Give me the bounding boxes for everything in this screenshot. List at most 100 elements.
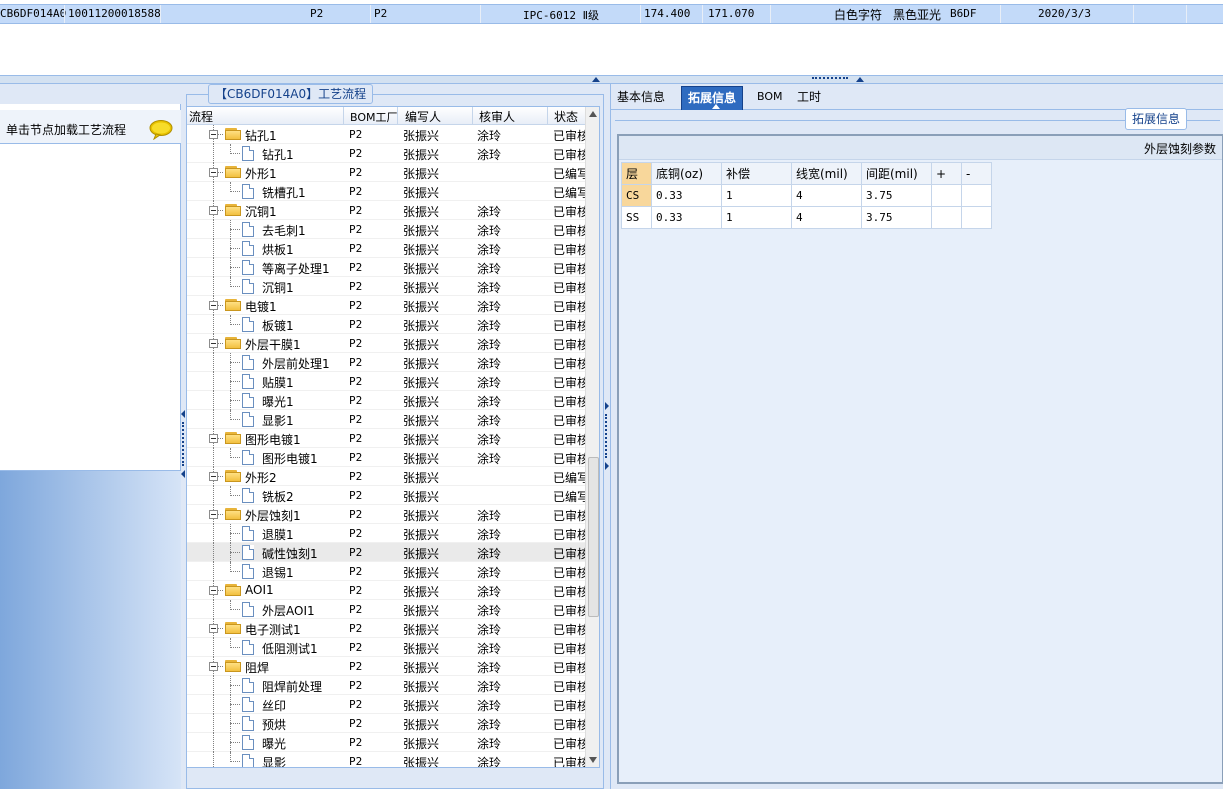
col-separator[interactable] (472, 107, 473, 125)
process-group-row[interactable]: 外层干膜1 P2 张振兴 涂玲 已审核 (187, 334, 587, 353)
collapse-left-arrow-icon[interactable] (181, 470, 185, 478)
process-group-row[interactable]: 外层蚀刻1 P2 张振兴 涂玲 已审核 (187, 505, 587, 524)
param-spacing[interactable]: 3.75 (861, 184, 932, 207)
process-step-row[interactable]: 显影P2张振兴涂玲已审核 (187, 752, 587, 767)
param-line-width[interactable]: 4 (791, 206, 862, 229)
collapse-toggle-icon[interactable] (209, 434, 218, 443)
param-base-copper[interactable]: 0.33 (651, 206, 722, 229)
process-step-row[interactable]: 丝印 P2 张振兴 涂玲 已审核 (187, 695, 587, 714)
process-step-row[interactable]: 外层AOI1 P2 张振兴 涂玲 已审核 (187, 600, 587, 619)
process-step-row[interactable]: 外层前处理1 P2 张振兴 涂玲 已审核 (187, 353, 587, 372)
process-name: 钻孔1 (262, 148, 294, 162)
col-header-reviewer[interactable]: 核审人 (479, 108, 515, 125)
order-row-selected[interactable]: CB6DF014A0 10011200018588 P2 P2 IPC-6012… (0, 4, 1223, 24)
process-step-row[interactable]: 预烘 P2 张振兴 涂玲 已审核 (187, 714, 587, 733)
tree-line (230, 191, 240, 192)
collapse-toggle-icon[interactable] (209, 586, 218, 595)
collapse-right-arrow-icon[interactable] (605, 462, 609, 470)
process-group-row[interactable]: 外形1 P2 张振兴 已编写 (187, 163, 587, 182)
process-step-row[interactable]: 退膜1 P2 张振兴 涂玲 已审核 (187, 524, 587, 543)
param-compensation[interactable]: 1 (721, 184, 792, 207)
vertical-scrollbar[interactable] (585, 107, 599, 767)
process-writer: 张振兴 (403, 414, 440, 428)
horizontal-splitter[interactable] (0, 76, 1223, 84)
process-writer: 张振兴 (403, 661, 440, 675)
collapse-arrow-icon[interactable] (856, 77, 864, 82)
col-header-process[interactable]: 流程 (189, 108, 213, 125)
splitter-grip[interactable] (182, 422, 184, 466)
collapse-toggle-icon[interactable] (209, 301, 218, 310)
splitter-grip[interactable] (812, 77, 848, 80)
col-header-status[interactable]: 状态 (554, 108, 578, 125)
collapse-toggle-icon[interactable] (209, 130, 218, 139)
process-step-row[interactable]: 低阻测试1 P2 张振兴 涂玲 已审核 (187, 638, 587, 657)
collapse-right-arrow-icon[interactable] (605, 402, 609, 410)
tab-basic-info[interactable]: 基本信息 (611, 86, 671, 110)
col-header-writer[interactable]: 编写人 (405, 108, 441, 125)
param-compensation[interactable]: 1 (721, 206, 792, 229)
process-step-row[interactable]: 铣槽孔1 P2 张振兴 已编写 (187, 182, 587, 201)
collapse-toggle-icon[interactable] (209, 624, 218, 633)
process-step-row[interactable]: 沉铜1 P2 张振兴 涂玲 已审核 (187, 277, 587, 296)
process-status: 已审核 (553, 718, 585, 732)
param-remove-cell[interactable] (961, 184, 992, 207)
process-step-row[interactable]: 去毛刺1 P2 张振兴 涂玲 已审核 (187, 220, 587, 239)
tab-bom[interactable]: BOM (751, 86, 789, 110)
collapse-toggle-icon[interactable] (209, 206, 218, 215)
process-step-row[interactable]: 贴膜1 P2 张振兴 涂玲 已审核 (187, 372, 587, 391)
process-group-row[interactable]: AOI1 P2 张振兴 涂玲 已审核 (187, 581, 587, 600)
params-row[interactable]: CS 0.33 1 4 3.75 (621, 184, 992, 207)
process-group-row[interactable]: 外形2 P2 张振兴 已编写 (187, 467, 587, 486)
process-step-row[interactable]: 阻焊前处理 P2 张振兴 涂玲 已审核 (187, 676, 587, 695)
scroll-up-icon[interactable] (589, 111, 597, 117)
process-group-row[interactable]: 电镀1 P2 张振兴 涂玲 已审核 (187, 296, 587, 315)
tree-line (213, 714, 214, 733)
param-line-width[interactable]: 4 (791, 184, 862, 207)
process-step-row[interactable]: 图形电镀1 P2 张振兴 涂玲 已审核 (187, 448, 587, 467)
col-header-bom[interactable]: BOM工厂 (350, 109, 398, 125)
process-group-row[interactable]: 图形电镀1 P2 张振兴 涂玲 已审核 (187, 429, 587, 448)
col-separator[interactable] (397, 107, 398, 125)
process-step-row[interactable]: 显影1 P2 张振兴 涂玲 已审核 (187, 410, 587, 429)
process-group-row[interactable]: 钻孔1 P2 张振兴 涂玲 已审核 (187, 125, 587, 144)
col-separator[interactable] (547, 107, 548, 125)
tab-work-hours[interactable]: 工时 (791, 86, 827, 110)
collapse-left-arrow-icon[interactable] (181, 410, 185, 418)
speech-bubble-icon[interactable] (149, 120, 173, 140)
add-row-button[interactable]: + (931, 162, 962, 185)
col-separator[interactable] (343, 107, 344, 125)
param-remove-cell[interactable] (961, 206, 992, 229)
process-step-row[interactable]: 曝光 P2 张振兴 涂玲 已审核 (187, 733, 587, 752)
horizontal-scrollbar[interactable] (187, 767, 585, 768)
process-step-row[interactable]: 板镀1 P2 张振兴 涂玲 已审核 (187, 315, 587, 334)
process-step-row[interactable]: 曝光1 P2 张振兴 涂玲 已审核 (187, 391, 587, 410)
process-reviewer: 涂玲 (477, 243, 502, 257)
process-step-row[interactable]: 钻孔1 P2 张振兴 涂玲 已审核 (187, 144, 587, 163)
process-step-row[interactable]: 烘板1 P2 张振兴 涂玲 已审核 (187, 239, 587, 258)
collapse-toggle-icon[interactable] (209, 472, 218, 481)
collapse-arrow-icon[interactable] (592, 77, 600, 82)
collapse-toggle-icon[interactable] (209, 510, 218, 519)
process-step-row[interactable]: 铣板2 P2 张振兴 已编写 (187, 486, 587, 505)
collapse-toggle-icon[interactable] (209, 339, 218, 348)
process-group-row[interactable]: 阻焊 P2 张振兴 涂玲 已审核 (187, 657, 587, 676)
process-step-row[interactable]: 等离子处理1 P2 张振兴 涂玲 已审核 (187, 258, 587, 277)
scroll-thumb[interactable] (588, 457, 599, 617)
process-group-row[interactable]: 电子测试1 P2 张振兴 涂玲 已审核 (187, 619, 587, 638)
process-group-row[interactable]: 沉铜1 P2 张振兴 涂玲 已审核 (187, 201, 587, 220)
collapse-toggle-icon[interactable] (209, 662, 218, 671)
splitter-grip[interactable] (605, 414, 607, 458)
collapse-toggle-icon[interactable] (209, 168, 218, 177)
param-add-cell[interactable] (931, 206, 962, 229)
param-layer[interactable]: CS (621, 184, 652, 207)
process-writer: 张振兴 (403, 642, 440, 656)
process-step-row[interactable]: 碱性蚀刻1 P2 张振兴 涂玲 已审核 (187, 543, 587, 562)
param-add-cell[interactable] (931, 184, 962, 207)
scroll-down-icon[interactable] (589, 757, 597, 763)
param-spacing[interactable]: 3.75 (861, 206, 932, 229)
param-base-copper[interactable]: 0.33 (651, 184, 722, 207)
remove-row-button[interactable]: - (961, 162, 992, 185)
process-step-row[interactable]: 退锡1 P2 张振兴 涂玲 已审核 (187, 562, 587, 581)
param-layer[interactable]: SS (621, 206, 652, 229)
params-row[interactable]: SS 0.33 1 4 3.75 (621, 206, 992, 229)
